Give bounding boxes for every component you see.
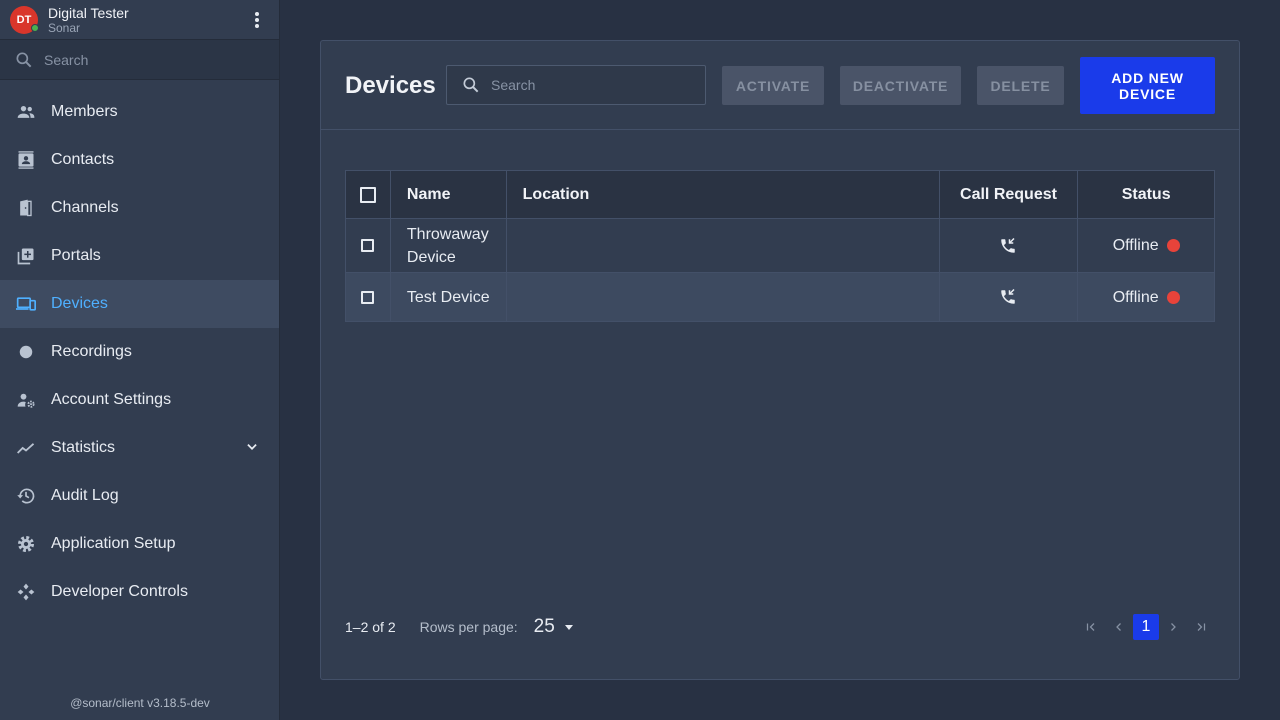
next-page-icon[interactable] xyxy=(1159,614,1187,640)
device-search xyxy=(446,65,706,105)
row-checkbox[interactable] xyxy=(361,290,375,304)
first-page-icon[interactable] xyxy=(1077,614,1105,640)
sidebar-search-input[interactable] xyxy=(44,51,244,68)
column-header-location[interactable]: Location xyxy=(507,171,940,218)
table-row[interactable]: Test Device Offline xyxy=(346,273,1214,321)
chevron-down-icon[interactable] xyxy=(245,440,259,459)
sidebar-item-label: Application Setup xyxy=(51,535,176,552)
user-name: Digital Tester xyxy=(48,4,129,21)
sidebar-item-label: Devices xyxy=(51,295,108,312)
column-header-status[interactable]: Status xyxy=(1078,171,1214,218)
sidebar-item-audit-log[interactable]: Audit Log xyxy=(0,472,279,520)
history-icon xyxy=(16,486,36,506)
sidebar-item-statistics[interactable]: Statistics xyxy=(0,424,279,472)
devices-icon xyxy=(16,294,36,314)
table-row[interactable]: Throwaway Device Offline xyxy=(346,219,1214,273)
offline-status-dot xyxy=(1166,239,1180,252)
pager: 1 xyxy=(1077,613,1215,641)
sidebar-item-account-settings[interactable]: Account Settings xyxy=(0,376,279,424)
delete-button[interactable]: DELETE xyxy=(977,66,1064,105)
activate-button[interactable]: ACTIVATE xyxy=(722,66,824,105)
device-location xyxy=(507,273,940,321)
sidebar-item-label: Statistics xyxy=(51,439,116,456)
user-org: Sonar xyxy=(48,20,81,35)
devices-panel: Devices ACTIVATE DEACTIVATE DELETE ADD N… xyxy=(320,40,1240,680)
app-version: @sonar/client v3.18.5-dev xyxy=(70,696,210,710)
table-header-row: Name Location Call Request Status xyxy=(346,171,1214,219)
pagination-range: 1–2 of 2 xyxy=(345,619,396,635)
sidebar-item-channels[interactable]: Channels xyxy=(0,184,279,232)
sidebar-search xyxy=(0,40,279,80)
developer-icon xyxy=(16,582,36,602)
gear-icon xyxy=(16,534,36,554)
sidebar-item-application-setup[interactable]: Application Setup xyxy=(0,520,279,568)
phone-forward-icon[interactable] xyxy=(999,237,1017,255)
sidebar-item-label: Audit Log xyxy=(51,487,119,504)
sidebar-item-members[interactable]: Members xyxy=(0,88,279,136)
person-gear-icon xyxy=(16,390,36,410)
previous-page-icon[interactable] xyxy=(1105,614,1133,640)
row-checkbox[interactable] xyxy=(361,239,375,252)
deactivate-button[interactable]: DEACTIVATE xyxy=(840,66,961,105)
more-vert-icon[interactable] xyxy=(251,12,263,28)
rows-per-page-select[interactable]: 25 xyxy=(534,616,555,638)
device-name: Test Device xyxy=(391,273,507,321)
status-text: Offline xyxy=(1112,288,1159,306)
device-search-input[interactable] xyxy=(491,77,691,93)
search-icon xyxy=(16,52,32,67)
add-box-icon xyxy=(16,246,36,266)
offline-status-dot xyxy=(1166,290,1180,304)
page-title: Devices xyxy=(345,72,436,99)
sidebar-item-label: Members xyxy=(51,103,118,120)
user-header: DT Digital Tester Sonar xyxy=(0,0,279,40)
status-text: Offline xyxy=(1112,237,1159,254)
column-header-call-request: Call Request xyxy=(940,171,1079,218)
caret-down-icon[interactable] xyxy=(564,624,573,630)
avatar-initials: DT xyxy=(16,13,32,26)
pagination-bar: 1–2 of 2 Rows per page: 25 1 xyxy=(345,613,1215,641)
device-location xyxy=(507,219,940,272)
record-circle-icon xyxy=(16,342,36,362)
sidebar-item-contacts[interactable]: Contacts xyxy=(0,136,279,184)
sidebar-item-recordings[interactable]: Recordings xyxy=(0,328,279,376)
people-icon xyxy=(16,102,36,122)
avatar[interactable]: DT xyxy=(10,5,39,34)
sidebar-item-portals[interactable]: Portals xyxy=(0,232,279,280)
add-new-device-button[interactable]: ADD NEW DEVICE xyxy=(1080,57,1215,114)
sidebar-item-label: Channels xyxy=(51,199,119,216)
search-icon xyxy=(463,77,479,93)
phone-forward-icon[interactable] xyxy=(999,288,1017,306)
rows-per-page-label: Rows per page: xyxy=(419,619,518,635)
trending-line-icon xyxy=(16,438,36,458)
column-header-name[interactable]: Name xyxy=(391,171,507,218)
sidebar: DT Digital Tester Sonar Members Contacts… xyxy=(0,0,280,720)
door-icon xyxy=(16,198,36,218)
devices-table: Name Location Call Request Status Throwa… xyxy=(345,170,1215,322)
last-page-icon[interactable] xyxy=(1187,614,1215,640)
device-name: Throwaway Device xyxy=(391,219,507,272)
page-button-current[interactable]: 1 xyxy=(1133,614,1159,640)
select-all-checkbox[interactable] xyxy=(359,186,376,203)
sidebar-item-label: Portals xyxy=(51,247,101,264)
sidebar-nav: Members Contacts Channels Portals Device… xyxy=(0,88,279,616)
sidebar-item-label: Contacts xyxy=(51,151,115,168)
sidebar-item-developer-controls[interactable]: Developer Controls xyxy=(0,568,279,616)
sidebar-item-label: Developer Controls xyxy=(51,583,188,600)
panel-header: Devices ACTIVATE DEACTIVATE DELETE ADD N… xyxy=(321,41,1239,130)
online-status-dot xyxy=(31,23,39,32)
sidebar-item-devices[interactable]: Devices xyxy=(0,280,279,328)
contact-card-icon xyxy=(16,150,36,170)
sidebar-item-label: Recordings xyxy=(51,343,132,360)
sidebar-item-label: Account Settings xyxy=(51,391,172,408)
